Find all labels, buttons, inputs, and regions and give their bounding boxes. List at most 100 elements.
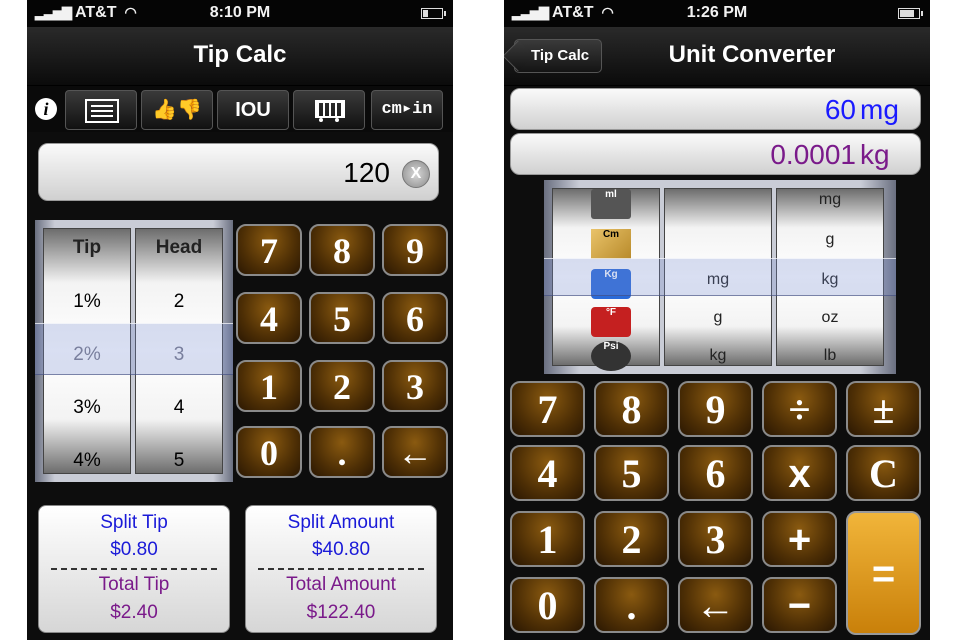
input-value: 60 xyxy=(824,94,856,125)
navigation-bar: Tip Calc Unit Converter xyxy=(504,27,930,86)
to-unit-option[interactable]: lb xyxy=(777,347,883,365)
battery-icon xyxy=(898,8,923,19)
key-5[interactable]: 5 xyxy=(309,292,375,344)
page-title: Tip Calc xyxy=(193,41,287,68)
tip-calc-screen: ▂▃▅▇ AT&T ◠ 8:10 PM Tip Calc i 👍👎 IOU cm▸i… xyxy=(27,0,453,640)
key-0[interactable]: 0 xyxy=(236,426,302,478)
toolbar: i 👍👎 IOU cm▸in xyxy=(27,86,453,132)
key-9[interactable]: 9 xyxy=(678,381,753,437)
subtract-key[interactable]: − xyxy=(762,577,837,633)
to-unit-option[interactable]: g xyxy=(777,231,883,249)
plus-minus-key[interactable]: ± xyxy=(846,381,921,437)
output-display: 0.0001 kg xyxy=(510,133,921,175)
total-amount-label: Total Amount xyxy=(286,574,396,595)
to-unit-option[interactable]: kg xyxy=(777,271,883,289)
key-2[interactable]: 2 xyxy=(309,360,375,412)
key-4[interactable]: 4 xyxy=(510,445,585,501)
backspace-key[interactable]: ← xyxy=(382,426,448,478)
equals-key[interactable]: = xyxy=(846,511,921,635)
thumbs-up-down-icon: 👍👎 xyxy=(152,99,202,121)
divide-key[interactable]: ÷ xyxy=(762,381,837,437)
status-bar: ▂▃▅▇ AT&T ◠ 1:26 PM xyxy=(504,0,930,27)
tip-option[interactable]: 4% xyxy=(44,450,130,472)
output-value: 0.0001 xyxy=(770,139,856,170)
list-button[interactable] xyxy=(65,90,137,130)
weight-icon[interactable]: Kg xyxy=(591,269,631,299)
from-unit-option[interactable]: kg xyxy=(665,347,771,365)
from-unit-wheel[interactable]: mg g kg xyxy=(664,188,772,366)
key-decimal[interactable]: . xyxy=(309,426,375,478)
head-option-selected[interactable]: 3 xyxy=(136,344,222,366)
head-option[interactable]: 4 xyxy=(136,397,222,419)
to-unit-wheel[interactable]: mg g kg oz lb xyxy=(776,188,884,366)
split-amount-value: $40.80 xyxy=(311,539,371,560)
key-8[interactable]: 8 xyxy=(594,381,669,437)
pressure-icon[interactable]: Psi xyxy=(591,341,631,371)
key-2[interactable]: 2 xyxy=(594,511,669,567)
info-icon[interactable]: i xyxy=(35,98,57,120)
key-6[interactable]: 6 xyxy=(678,445,753,501)
multiply-key[interactable]: x xyxy=(762,445,837,501)
tip-option[interactable]: 1% xyxy=(44,291,130,313)
navigation-bar: Tip Calc xyxy=(27,27,453,86)
backspace-key[interactable]: ← xyxy=(678,577,753,633)
length-icon[interactable]: Cm xyxy=(591,229,631,259)
to-unit-option[interactable]: mg xyxy=(777,191,883,209)
temperature-icon[interactable]: °F xyxy=(591,307,631,337)
key-5[interactable]: 5 xyxy=(594,445,669,501)
from-unit-option[interactable]: g xyxy=(665,309,771,327)
clock: 1:26 PM xyxy=(686,4,748,21)
key-3[interactable]: 3 xyxy=(678,511,753,567)
from-unit-option[interactable]: mg xyxy=(665,271,771,289)
amount-display[interactable]: 120 X xyxy=(38,143,439,201)
clear-key[interactable]: C xyxy=(846,445,921,501)
rate-button[interactable]: 👍👎 xyxy=(141,90,213,130)
iou-button[interactable]: IOU xyxy=(217,90,289,130)
key-7[interactable]: 7 xyxy=(236,224,302,276)
total-amount-value: $122.40 xyxy=(306,602,376,623)
split-amount-label: Split Amount xyxy=(287,512,395,533)
cart-button[interactable] xyxy=(293,90,365,130)
tip-wheel[interactable]: Tip 1% 2% 3% 4% xyxy=(43,228,131,474)
key-1[interactable]: 1 xyxy=(236,360,302,412)
key-7[interactable]: 7 xyxy=(510,381,585,437)
unit-picker[interactable]: ml Cm Kg °F Psi mg g kg mg g kg oz lb xyxy=(544,180,896,374)
page-title: Unit Converter xyxy=(668,41,836,68)
input-display[interactable]: 60 mg xyxy=(510,88,921,130)
head-option[interactable]: 5 xyxy=(136,450,222,472)
tip-header: Tip xyxy=(72,237,102,258)
head-header: Head xyxy=(155,237,203,258)
key-4[interactable]: 4 xyxy=(236,292,302,344)
key-9[interactable]: 9 xyxy=(382,224,448,276)
head-wheel[interactable]: Head 2 3 4 5 xyxy=(135,228,223,474)
unit-converter-button[interactable]: cm▸in xyxy=(371,90,443,130)
tip-option[interactable]: 3% xyxy=(44,397,130,419)
list-icon xyxy=(85,99,119,123)
total-tip-label: Total Tip xyxy=(98,574,170,595)
key-decimal[interactable]: . xyxy=(594,577,669,633)
divider xyxy=(258,568,424,570)
clear-icon[interactable]: X xyxy=(402,160,430,188)
tip-head-picker[interactable]: Tip 1% 2% 3% 4% Head 2 3 4 5 xyxy=(35,220,233,482)
unit-converter-screen: ▂▃▅▇ AT&T ◠ 1:26 PM Tip Calc Unit Converte… xyxy=(504,0,930,640)
head-option[interactable]: 2 xyxy=(136,291,222,313)
key-8[interactable]: 8 xyxy=(309,224,375,276)
amount-value: 120 xyxy=(343,157,390,188)
clock: 8:10 PM xyxy=(209,4,271,21)
cart-icon xyxy=(311,98,345,122)
divider xyxy=(51,568,217,570)
total-tip-value: $2.40 xyxy=(110,602,158,623)
output-unit: kg xyxy=(860,139,890,170)
to-unit-option[interactable]: oz xyxy=(777,309,883,327)
volume-icon[interactable]: ml xyxy=(591,189,631,219)
key-6[interactable]: 6 xyxy=(382,292,448,344)
category-wheel[interactable]: ml Cm Kg °F Psi xyxy=(552,188,660,371)
input-unit: mg xyxy=(860,94,899,125)
key-1[interactable]: 1 xyxy=(510,511,585,567)
split-tip-label: Split Tip xyxy=(100,512,168,533)
key-0[interactable]: 0 xyxy=(510,577,585,633)
tip-option-selected[interactable]: 2% xyxy=(44,344,130,366)
split-tip-card: Split Tip $0.80 Total Tip $2.40 xyxy=(38,505,230,633)
key-3[interactable]: 3 xyxy=(382,360,448,412)
add-key[interactable]: + xyxy=(762,511,837,567)
